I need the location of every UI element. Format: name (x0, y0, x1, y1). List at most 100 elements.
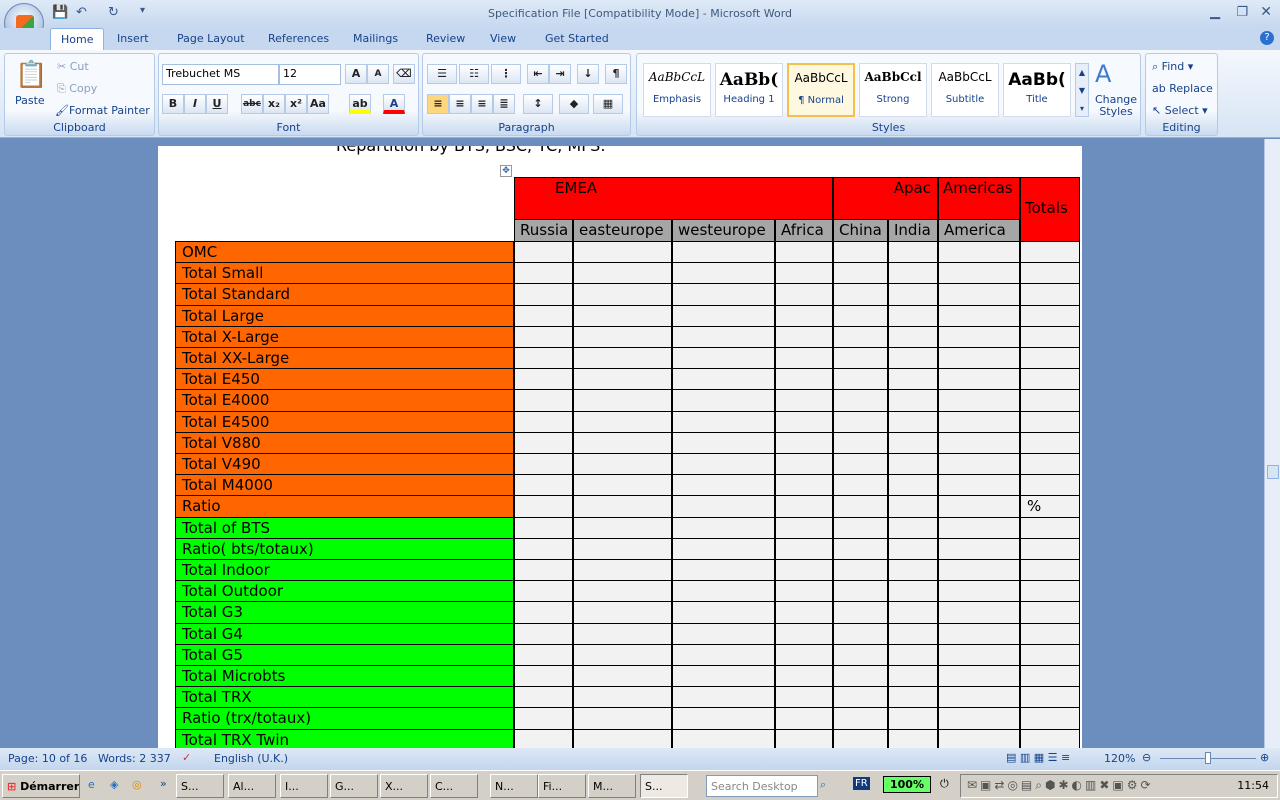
table-cell[interactable] (833, 686, 888, 708)
table-cell[interactable] (938, 517, 1020, 539)
table-cell[interactable] (672, 453, 775, 475)
taskbar-item[interactable]: G... (330, 774, 378, 798)
taskbar-item[interactable]: Fi... (538, 774, 586, 798)
find-button[interactable]: ⌕ Find ▾ (1152, 60, 1193, 74)
table-cell[interactable] (833, 538, 888, 560)
table-cell[interactable] (514, 326, 573, 348)
table-cell[interactable] (775, 241, 833, 263)
document-page[interactable]: Repartition by BTS, BSC, TC, MFS: ✥ EMEA… (158, 146, 1082, 748)
bold-icon[interactable]: B (162, 94, 184, 114)
table-cell[interactable] (888, 517, 938, 539)
zoom-in-icon[interactable]: ⊕ (1260, 751, 1269, 764)
table-cell[interactable] (573, 623, 672, 645)
align-right-icon[interactable]: ≡ (471, 94, 493, 114)
table-cell[interactable] (514, 347, 573, 369)
start-button[interactable]: ⊞ Démarrer (2, 774, 80, 798)
bullets-icon[interactable]: ☰ (427, 64, 457, 84)
table-cell[interactable] (888, 283, 938, 306)
table-cell[interactable] (1020, 283, 1080, 306)
language-indicator[interactable]: English (U.K.) (214, 752, 288, 765)
table-cell[interactable] (888, 707, 938, 730)
table-cell[interactable] (938, 538, 1020, 560)
paste-icon[interactable]: 📋 (15, 60, 47, 90)
table-cell[interactable] (573, 241, 672, 263)
table-cell[interactable] (573, 368, 672, 390)
table-cell[interactable] (775, 432, 833, 454)
table-cell[interactable] (833, 432, 888, 454)
table-cell[interactable] (888, 432, 938, 454)
table-cell[interactable] (938, 283, 1020, 306)
shrink-font-icon[interactable]: A (367, 64, 389, 84)
table-cell[interactable] (573, 559, 672, 581)
table-cell[interactable] (573, 729, 672, 748)
table-cell[interactable] (573, 389, 672, 412)
minimize-icon[interactable]: ▁ (1210, 5, 1220, 20)
select-button[interactable]: ↖ Select ▾ (1152, 104, 1208, 117)
scroll-thumb[interactable] (1267, 465, 1279, 479)
table-cell[interactable] (514, 729, 573, 748)
format-painter-button[interactable]: 🖌Format Painter (55, 104, 150, 117)
style-normal[interactable]: AaBbCcL ¶ Normal (787, 63, 855, 117)
table-cell[interactable] (573, 644, 672, 666)
table-cell[interactable] (833, 411, 888, 433)
table-cell[interactable] (888, 623, 938, 645)
style-emphasis[interactable]: AaBbCcL Emphasis (643, 63, 711, 117)
taskbar-item[interactable]: N... (490, 774, 538, 798)
table-cell[interactable] (938, 729, 1020, 748)
table-cell[interactable] (514, 453, 573, 475)
power-plug-icon[interactable]: ⏻ (940, 777, 949, 791)
paste-button[interactable]: Paste (15, 94, 45, 107)
table-cell[interactable] (775, 644, 833, 666)
table-cell[interactable] (833, 559, 888, 581)
table-cell[interactable] (938, 411, 1020, 433)
close-icon[interactable]: ✕ (1260, 4, 1272, 20)
justify-icon[interactable]: ≣ (493, 94, 515, 114)
increase-indent-icon[interactable]: ⇥ (549, 64, 571, 84)
table-cell[interactable] (833, 347, 888, 369)
sort-icon[interactable]: ↓ (577, 64, 599, 84)
style-strong[interactable]: AaBbCcl Strong (859, 63, 927, 117)
table-cell[interactable] (888, 580, 938, 602)
table-cell[interactable] (573, 580, 672, 602)
borders-icon[interactable]: ▦ (593, 94, 623, 114)
table-cell[interactable] (573, 305, 672, 327)
table-cell[interactable] (1020, 305, 1080, 327)
tab-insert[interactable]: Insert (117, 32, 149, 45)
show-formatting-icon[interactable]: ¶ (605, 64, 627, 84)
table-cell[interactable] (775, 538, 833, 560)
table-cell[interactable] (938, 686, 1020, 708)
table-cell[interactable] (775, 665, 833, 687)
grow-font-icon[interactable]: A (345, 64, 367, 84)
table-cell[interactable] (672, 262, 775, 284)
table-cell[interactable] (938, 347, 1020, 369)
table-cell[interactable] (938, 623, 1020, 645)
table-cell[interactable] (573, 474, 672, 496)
table-cell[interactable] (938, 368, 1020, 390)
table-cell[interactable] (938, 559, 1020, 581)
table-cell[interactable] (833, 474, 888, 496)
table-cell[interactable] (672, 432, 775, 454)
table-cell[interactable] (1020, 474, 1080, 496)
table-cell[interactable] (1020, 326, 1080, 348)
table-cell[interactable] (514, 241, 573, 263)
table-cell[interactable] (573, 686, 672, 708)
table-cell[interactable] (775, 262, 833, 284)
redo-icon[interactable]: ↻ (108, 5, 119, 20)
style-title[interactable]: AaBb(Title (1003, 63, 1071, 117)
table-cell[interactable] (573, 517, 672, 539)
style-subtitle[interactable]: AaBbCcL Subtitle (931, 63, 999, 117)
table-cell[interactable] (938, 474, 1020, 496)
styles-scroll[interactable]: ▲ ▼ ▾ (1075, 63, 1089, 117)
table-cell[interactable] (775, 347, 833, 369)
table-cell[interactable] (938, 453, 1020, 475)
table-cell[interactable] (573, 601, 672, 624)
table-cell[interactable] (672, 580, 775, 602)
table-cell[interactable] (888, 474, 938, 496)
table-cell[interactable]: % (1020, 495, 1080, 518)
copy-button[interactable]: ⎘ Copy (57, 82, 97, 96)
table-cell[interactable] (775, 707, 833, 730)
table-cell[interactable] (775, 368, 833, 390)
italic-icon[interactable]: I (184, 94, 206, 114)
table-cell[interactable] (888, 559, 938, 581)
table-cell[interactable] (1020, 432, 1080, 454)
